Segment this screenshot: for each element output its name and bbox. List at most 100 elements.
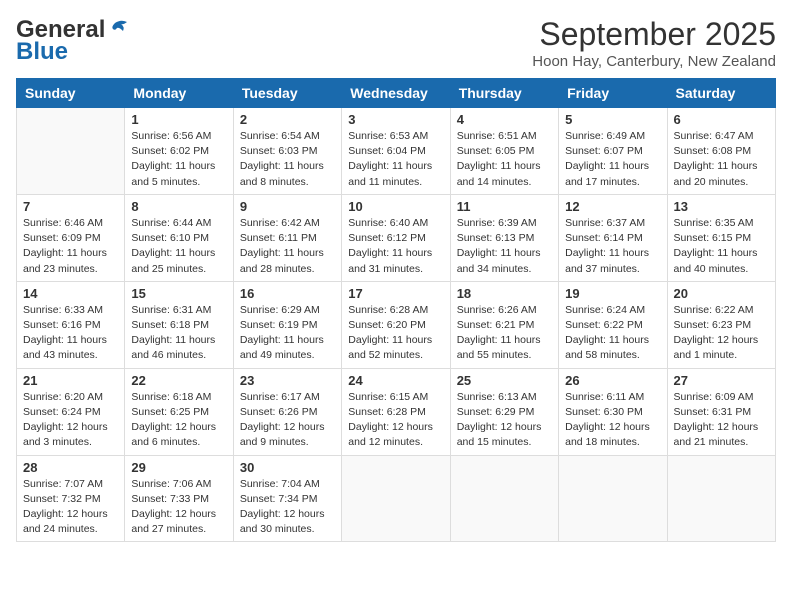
day-info: Sunrise: 6:26 AMSunset: 6:21 PMDaylight:…	[457, 303, 552, 364]
day-number: 18	[457, 286, 552, 301]
day-number: 25	[457, 373, 552, 388]
day-info: Sunrise: 6:13 AMSunset: 6:29 PMDaylight:…	[457, 390, 552, 451]
day-number: 28	[23, 460, 118, 475]
day-info: Sunrise: 6:35 AMSunset: 6:15 PMDaylight:…	[674, 216, 769, 277]
table-row: 30 Sunrise: 7:04 AMSunset: 7:34 PMDayligh…	[233, 455, 341, 542]
table-row: 12Sunrise: 6:37 AMSunset: 6:14 PMDayligh…	[559, 194, 667, 281]
day-info: Sunrise: 6:49 AMSunset: 6:07 PMDaylight:…	[565, 129, 660, 190]
table-row: 22 Sunrise: 6:18 AMSunset: 6:25 PMDayligh…	[125, 368, 233, 455]
page-header: General Blue September 2025 Hoon Hay, Ca…	[16, 16, 776, 70]
day-info: Sunrise: 6:51 AMSunset: 6:05 PMDaylight:…	[457, 129, 552, 190]
logo-bird-icon	[107, 17, 129, 39]
table-row: 29 Sunrise: 7:06 AMSunset: 7:33 PMDayligh…	[125, 455, 233, 542]
location: Hoon Hay, Canterbury, New Zealand	[532, 53, 776, 70]
day-number: 21	[23, 373, 118, 388]
table-row: 19 Sunrise: 6:24 AMSunset: 6:22 PMDayligh…	[559, 281, 667, 368]
day-info: Sunrise: 6:24 AMSunset: 6:22 PMDaylight:…	[565, 303, 660, 364]
table-row: 16 Sunrise: 6:29 AMSunset: 6:19 PMDayligh…	[233, 281, 341, 368]
day-number: 30	[240, 460, 335, 475]
day-number: 5	[565, 112, 660, 127]
table-row: 15Sunrise: 6:31 AMSunset: 6:18 PMDayligh…	[125, 281, 233, 368]
table-row	[559, 455, 667, 542]
day-number: 27	[674, 373, 769, 388]
table-row	[450, 455, 558, 542]
day-info: Sunrise: 6:33 AMSunset: 6:16 PMDaylight:…	[23, 303, 118, 364]
table-row: 3 Sunrise: 6:53 AMSunset: 6:04 PMDaylight…	[342, 108, 450, 195]
day-info: Sunrise: 6:46 AMSunset: 6:09 PMDaylight:…	[23, 216, 118, 277]
table-row: 8Sunrise: 6:44 AMSunset: 6:10 PMDaylight…	[125, 194, 233, 281]
day-number: 1	[131, 112, 226, 127]
day-info: Sunrise: 6:29 AMSunset: 6:19 PMDaylight:…	[240, 303, 335, 364]
month-title: September 2025	[532, 16, 776, 53]
table-row: 21 Sunrise: 6:20 AMSunset: 6:24 PMDayligh…	[17, 368, 125, 455]
day-number: 8	[131, 199, 226, 214]
day-info: Sunrise: 6:17 AMSunset: 6:26 PMDaylight:…	[240, 390, 335, 451]
day-number: 23	[240, 373, 335, 388]
day-number: 26	[565, 373, 660, 388]
day-info: Sunrise: 6:09 AMSunset: 6:31 PMDaylight:…	[674, 390, 769, 451]
table-row: 2 Sunrise: 6:54 AMSunset: 6:03 PMDaylight…	[233, 108, 341, 195]
day-number: 7	[23, 199, 118, 214]
table-row: 4 Sunrise: 6:51 AMSunset: 6:05 PMDaylight…	[450, 108, 558, 195]
table-row: 18 Sunrise: 6:26 AMSunset: 6:21 PMDayligh…	[450, 281, 558, 368]
table-row: 5 Sunrise: 6:49 AMSunset: 6:07 PMDaylight…	[559, 108, 667, 195]
day-number: 17	[348, 286, 443, 301]
calendar-week-row: 28Sunrise: 7:07 AMSunset: 7:32 PMDayligh…	[17, 455, 776, 542]
day-info: Sunrise: 6:20 AMSunset: 6:24 PMDaylight:…	[23, 390, 118, 451]
col-saturday: Saturday	[667, 79, 775, 108]
day-number: 15	[131, 286, 226, 301]
day-number: 2	[240, 112, 335, 127]
day-number: 10	[348, 199, 443, 214]
table-row	[667, 455, 775, 542]
table-row: 28Sunrise: 7:07 AMSunset: 7:32 PMDayligh…	[17, 455, 125, 542]
col-monday: Monday	[125, 79, 233, 108]
day-info: Sunrise: 6:40 AMSunset: 6:12 PMDaylight:…	[348, 216, 443, 277]
calendar-table: Sunday Monday Tuesday Wednesday Thursday…	[16, 78, 776, 542]
day-info: Sunrise: 6:18 AMSunset: 6:25 PMDaylight:…	[131, 390, 226, 451]
calendar-week-row: 14Sunrise: 6:33 AMSunset: 6:16 PMDayligh…	[17, 281, 776, 368]
table-row: 26 Sunrise: 6:11 AMSunset: 6:30 PMDayligh…	[559, 368, 667, 455]
table-row: 1Sunrise: 6:56 AMSunset: 6:02 PMDaylight…	[125, 108, 233, 195]
table-row	[17, 108, 125, 195]
table-row: 20Sunrise: 6:22 AMSunset: 6:23 PMDayligh…	[667, 281, 775, 368]
day-number: 29	[131, 460, 226, 475]
day-number: 4	[457, 112, 552, 127]
title-block: September 2025 Hoon Hay, Canterbury, New…	[532, 16, 776, 70]
day-info: Sunrise: 6:39 AMSunset: 6:13 PMDaylight:…	[457, 216, 552, 277]
table-row: 13 Sunrise: 6:35 AMSunset: 6:15 PMDayligh…	[667, 194, 775, 281]
day-number: 12	[565, 199, 660, 214]
day-info: Sunrise: 7:04 AMSunset: 7:34 PMDaylight:…	[240, 477, 335, 538]
day-number: 6	[674, 112, 769, 127]
day-number: 3	[348, 112, 443, 127]
day-info: Sunrise: 6:53 AMSunset: 6:04 PMDaylight:…	[348, 129, 443, 190]
day-info: Sunrise: 6:54 AMSunset: 6:03 PMDaylight:…	[240, 129, 335, 190]
table-row: 7 Sunrise: 6:46 AMSunset: 6:09 PMDaylight…	[17, 194, 125, 281]
day-number: 20	[674, 286, 769, 301]
table-row: 10 Sunrise: 6:40 AMSunset: 6:12 PMDayligh…	[342, 194, 450, 281]
day-number: 11	[457, 199, 552, 214]
day-info: Sunrise: 7:06 AMSunset: 7:33 PMDaylight:…	[131, 477, 226, 538]
day-info: Sunrise: 6:47 AMSunset: 6:08 PMDaylight:…	[674, 129, 769, 190]
day-number: 19	[565, 286, 660, 301]
col-wednesday: Wednesday	[342, 79, 450, 108]
day-number: 22	[131, 373, 226, 388]
col-friday: Friday	[559, 79, 667, 108]
day-number: 24	[348, 373, 443, 388]
calendar-header-row: Sunday Monday Tuesday Wednesday Thursday…	[17, 79, 776, 108]
col-sunday: Sunday	[17, 79, 125, 108]
col-tuesday: Tuesday	[233, 79, 341, 108]
table-row: 6 Sunrise: 6:47 AMSunset: 6:08 PMDaylight…	[667, 108, 775, 195]
day-number: 9	[240, 199, 335, 214]
day-info: Sunrise: 6:15 AMSunset: 6:28 PMDaylight:…	[348, 390, 443, 451]
table-row: 17 Sunrise: 6:28 AMSunset: 6:20 PMDayligh…	[342, 281, 450, 368]
day-number: 16	[240, 286, 335, 301]
table-row: 11 Sunrise: 6:39 AMSunset: 6:13 PMDayligh…	[450, 194, 558, 281]
day-number: 13	[674, 199, 769, 214]
logo-blue: Blue	[16, 38, 68, 66]
day-info: Sunrise: 6:28 AMSunset: 6:20 PMDaylight:…	[348, 303, 443, 364]
col-thursday: Thursday	[450, 79, 558, 108]
calendar-week-row: 1Sunrise: 6:56 AMSunset: 6:02 PMDaylight…	[17, 108, 776, 195]
day-info: Sunrise: 6:42 AMSunset: 6:11 PMDaylight:…	[240, 216, 335, 277]
calendar-week-row: 7 Sunrise: 6:46 AMSunset: 6:09 PMDaylight…	[17, 194, 776, 281]
day-info: Sunrise: 6:11 AMSunset: 6:30 PMDaylight:…	[565, 390, 660, 451]
